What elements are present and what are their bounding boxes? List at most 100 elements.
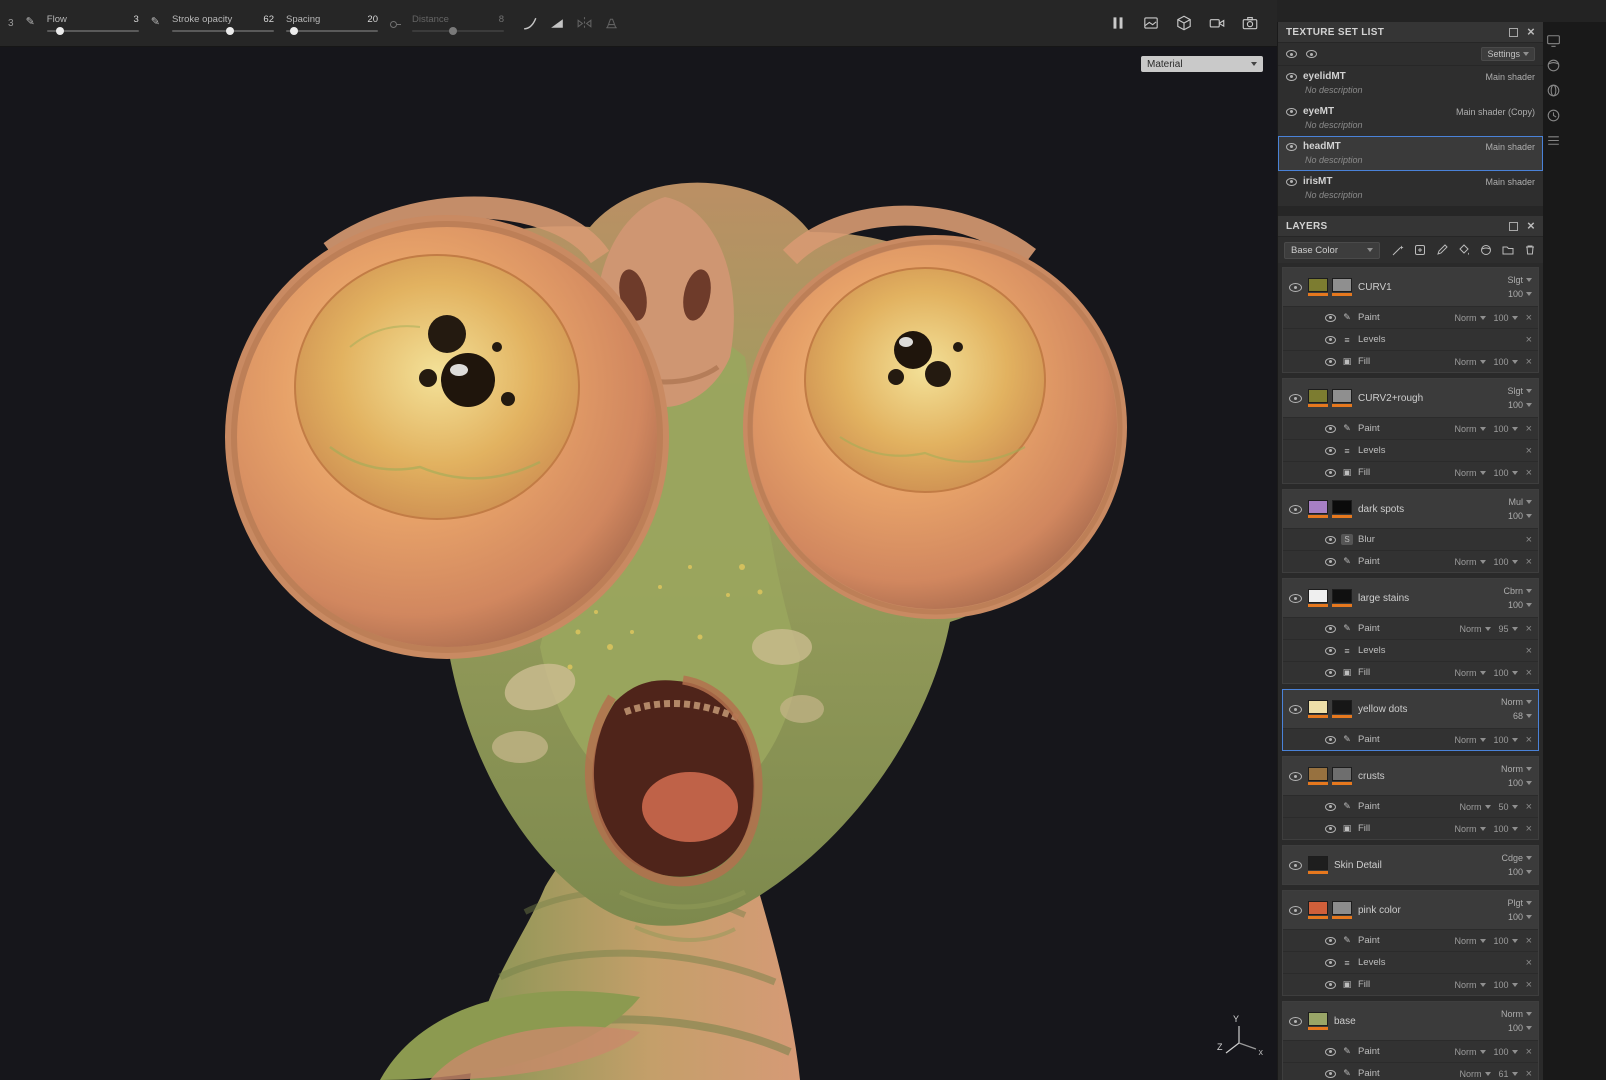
layer-effect-row[interactable]: S Blur ×	[1283, 528, 1538, 550]
effect-blend-dropdown[interactable]: Norm	[1455, 936, 1486, 946]
visibility-icon[interactable]	[1325, 425, 1336, 433]
remove-effect-button[interactable]: ×	[1526, 624, 1532, 634]
layer-row[interactable]: yellow dots Norm 68	[1283, 690, 1538, 728]
opacity-dropdown[interactable]: 68	[1513, 711, 1532, 721]
effect-opacity-dropdown[interactable]: 100	[1494, 668, 1518, 678]
visibility-icon[interactable]	[1325, 469, 1336, 477]
display-settings-icon[interactable]	[1545, 32, 1562, 49]
visibility-icon[interactable]	[1325, 937, 1336, 945]
viewport-3d[interactable]: Material Y Z x	[0, 47, 1277, 1080]
float-panel-icon[interactable]	[1509, 28, 1518, 37]
layer-content-thumbnail[interactable]	[1308, 500, 1328, 518]
layer-effect-row[interactable]: ≡ Levels ×	[1283, 639, 1538, 661]
visibility-icon[interactable]	[1325, 1070, 1336, 1078]
remove-effect-button[interactable]: ×	[1526, 824, 1532, 834]
effect-blend-dropdown[interactable]: Norm	[1455, 557, 1486, 567]
blend-mode-dropdown[interactable]: Plgt	[1507, 898, 1532, 908]
layer-row[interactable]: large stains Cbrn 100	[1283, 579, 1538, 617]
remove-effect-button[interactable]: ×	[1526, 735, 1532, 745]
slider-handle[interactable]	[226, 27, 234, 35]
effect-blend-dropdown[interactable]: Norm	[1455, 668, 1486, 678]
pen-icon[interactable]: ✎	[151, 15, 160, 28]
effect-opacity-dropdown[interactable]: 100	[1494, 1047, 1518, 1057]
visibility-icon[interactable]	[1325, 669, 1336, 677]
visibility-icon[interactable]	[1325, 803, 1336, 811]
layer-mask-thumbnail[interactable]	[1332, 589, 1352, 607]
effect-blend-dropdown[interactable]: Norm	[1455, 980, 1486, 990]
remove-effect-button[interactable]: ×	[1526, 1047, 1532, 1057]
visibility-icon[interactable]	[1325, 314, 1336, 322]
visibility-icon[interactable]	[1289, 1017, 1302, 1026]
folder-icon[interactable]	[1501, 243, 1515, 257]
remove-effect-button[interactable]: ×	[1526, 468, 1532, 478]
layer-effect-row[interactable]: ▣ Fill Norm 100 ×	[1283, 973, 1538, 995]
blend-mode-dropdown[interactable]: Slgt	[1507, 275, 1532, 285]
layer-content-thumbnail[interactable]	[1308, 589, 1328, 607]
remove-effect-button[interactable]: ×	[1526, 424, 1532, 434]
texture-set-item[interactable]: headMT Main shader No description	[1278, 136, 1543, 171]
axis-gizmo[interactable]: Y Z x	[1215, 1016, 1263, 1062]
layer-row[interactable]: CURV2+rough Slgt 100	[1283, 379, 1538, 417]
layer-content-thumbnail[interactable]	[1308, 1012, 1328, 1030]
layer-effect-row[interactable]: ✎ Paint Norm 100 ×	[1283, 929, 1538, 951]
opacity-dropdown[interactable]: 100	[1508, 289, 1532, 299]
visibility-icon[interactable]	[1325, 625, 1336, 633]
effect-opacity-dropdown[interactable]: 100	[1494, 936, 1518, 946]
environment-icon[interactable]	[1545, 82, 1562, 99]
texture-list-icon[interactable]	[1545, 132, 1562, 149]
slider-handle[interactable]	[449, 27, 457, 35]
opacity-dropdown[interactable]: 100	[1508, 912, 1532, 922]
effect-opacity-dropdown[interactable]: 100	[1494, 980, 1518, 990]
mirror-symmetry-icon[interactable]	[576, 15, 593, 32]
opacity-dropdown[interactable]: 100	[1508, 867, 1532, 877]
blend-mode-dropdown[interactable]: Norm	[1501, 764, 1532, 774]
opacity-dropdown[interactable]: 100	[1508, 778, 1532, 788]
effect-opacity-dropdown[interactable]: 100	[1494, 557, 1518, 567]
slider-handle[interactable]	[290, 27, 298, 35]
remove-effect-button[interactable]: ×	[1526, 335, 1532, 345]
wand-icon[interactable]	[1391, 243, 1405, 257]
remove-effect-button[interactable]: ×	[1526, 313, 1532, 323]
brush-slider-control[interactable]: Spacing 20	[286, 14, 378, 32]
channel-dropdown[interactable]: Base Color	[1284, 242, 1380, 259]
close-icon[interactable]: ×	[1527, 27, 1535, 37]
visibility-icon[interactable]	[1325, 647, 1336, 655]
solo-visibility-icon[interactable]	[1306, 50, 1317, 58]
layer-effect-row[interactable]: ✎ Paint Norm 61 ×	[1283, 1062, 1538, 1080]
layer-row[interactable]: pink color Plgt 100	[1283, 891, 1538, 929]
slider-handle[interactable]	[56, 27, 64, 35]
visibility-icon[interactable]	[1286, 108, 1297, 116]
visibility-icon[interactable]	[1289, 705, 1302, 714]
layer-mask-thumbnail[interactable]	[1332, 500, 1352, 518]
pen-icon[interactable]: ✎	[26, 15, 35, 28]
layer-mask-thumbnail[interactable]	[1332, 278, 1352, 296]
remove-effect-button[interactable]: ×	[1526, 446, 1532, 456]
slider-track[interactable]	[286, 30, 378, 32]
effect-blend-dropdown[interactable]: Norm	[1455, 468, 1486, 478]
opacity-dropdown[interactable]: 100	[1508, 1023, 1532, 1033]
bucket-icon[interactable]	[1457, 243, 1471, 257]
remove-effect-button[interactable]: ×	[1526, 557, 1532, 567]
effect-opacity-dropdown[interactable]: 100	[1494, 357, 1518, 367]
effect-opacity-dropdown[interactable]: 50	[1499, 802, 1518, 812]
falloff-curve-icon[interactable]	[522, 15, 539, 32]
visibility-icon[interactable]	[1325, 959, 1336, 967]
brush-slider-control[interactable]: Distance 8	[412, 14, 504, 32]
opacity-dropdown[interactable]: 100	[1508, 400, 1532, 410]
texture-set-item[interactable]: eyeMT Main shader (Copy) No description	[1278, 101, 1543, 136]
layer-effect-row[interactable]: ✎ Paint Norm 100 ×	[1283, 550, 1538, 572]
layer-row[interactable]: CURV1 Slgt 100	[1283, 268, 1538, 306]
effect-blend-dropdown[interactable]: Norm	[1460, 1069, 1491, 1079]
remove-effect-button[interactable]: ×	[1526, 936, 1532, 946]
visibility-icon[interactable]	[1289, 861, 1302, 870]
render-cube-icon[interactable]	[1175, 14, 1193, 32]
blend-mode-dropdown[interactable]: Norm	[1501, 697, 1532, 707]
remove-effect-button[interactable]: ×	[1526, 802, 1532, 812]
effect-opacity-dropdown[interactable]: 100	[1494, 424, 1518, 434]
layer-row[interactable]: crusts Norm 100	[1283, 757, 1538, 795]
visibility-icon[interactable]	[1286, 178, 1297, 186]
stamp-icon[interactable]	[1413, 243, 1427, 257]
effect-blend-dropdown[interactable]: Norm	[1455, 824, 1486, 834]
texture-set-item[interactable]: irisMT Main shader No description	[1278, 171, 1543, 206]
layer-content-thumbnail[interactable]	[1308, 901, 1328, 919]
